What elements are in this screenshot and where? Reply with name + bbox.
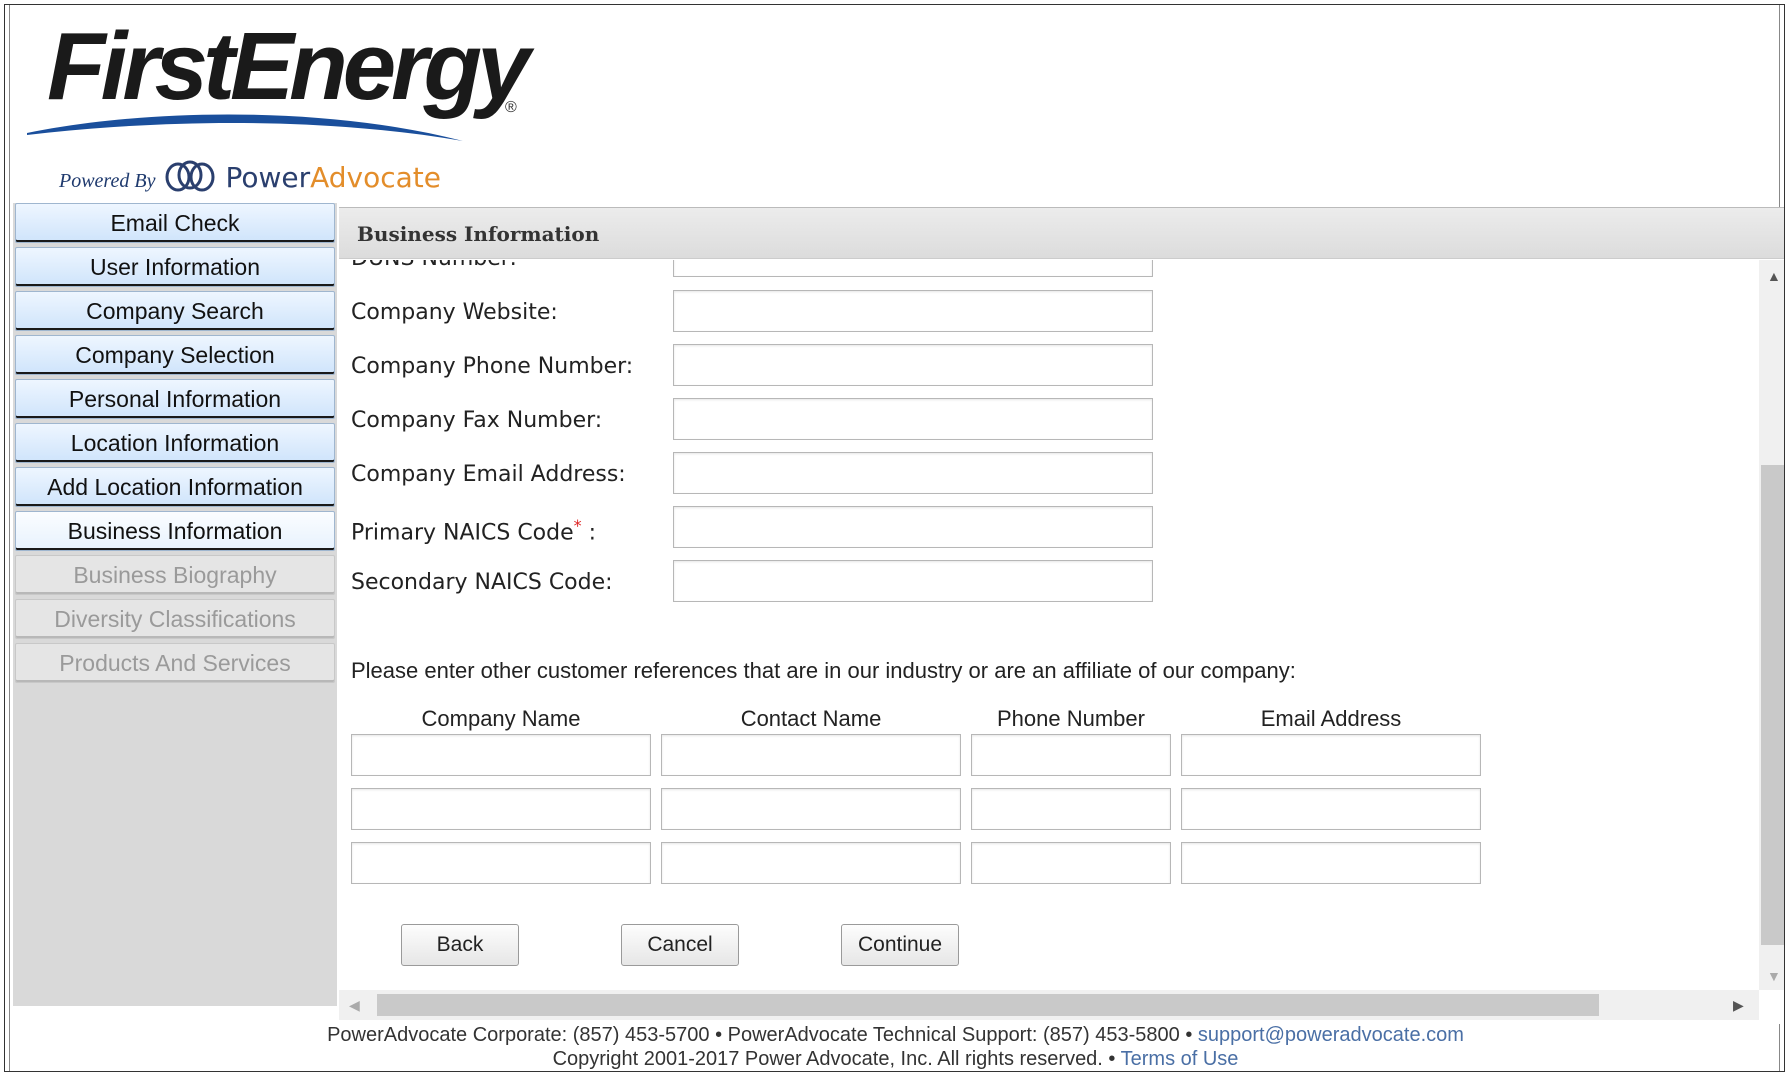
ref-email-address-input[interactable] [1181, 734, 1481, 776]
ref-contact-name-input[interactable] [661, 842, 961, 884]
footer-contact-line: PowerAdvocate Corporate: (857) 453-5700 … [5, 1023, 1784, 1047]
ref-contact-name-input[interactable] [661, 788, 961, 830]
ref-phone-number-input[interactable] [971, 842, 1171, 884]
nav-item-user-information[interactable]: User Information [15, 247, 335, 287]
advocate-word: Advocate [310, 161, 442, 194]
footer-copyright-line: Copyright 2001-2017 Power Advocate, Inc.… [5, 1047, 1784, 1071]
ref-phone-number-input[interactable] [971, 734, 1171, 776]
footer-contact-text: PowerAdvocate Corporate: (857) 453-5700 … [327, 1024, 1198, 1046]
nav-item-email-check[interactable]: Email Check [15, 203, 335, 243]
app-frame: FirstEnergy ® Powered By PowerAdvocate E… [4, 4, 1785, 1072]
nav-item-add-location-information[interactable]: Add Location Information [15, 467, 335, 507]
page-footer: PowerAdvocate Corporate: (857) 453-5700 … [5, 1023, 1784, 1071]
ref-col-contact-name: Contact Name [740, 706, 882, 731]
company-email-input[interactable] [673, 452, 1153, 494]
company-fax-input[interactable] [673, 398, 1153, 440]
primary-naics-label-text: Primary NAICS Code [351, 520, 574, 546]
footer-copyright-text: Copyright 2001-2017 Power Advocate, Inc.… [552, 1048, 1121, 1070]
poweradvocate-rings-icon [165, 160, 215, 192]
power-word: Power [225, 161, 311, 194]
scroll-down-arrow-icon[interactable]: ▼ [1767, 968, 1781, 984]
nav-item-company-search[interactable]: Company Search [15, 291, 335, 331]
registered-mark: ® [505, 99, 517, 116]
ref-company-name-input[interactable] [351, 842, 651, 884]
primary-naics-label-suffix: : [581, 520, 597, 546]
company-fax-label: Company Fax Number: [351, 408, 603, 433]
logo-wordmark: FirstEnergy [47, 13, 530, 120]
powered-by-label: Powered By [59, 170, 156, 192]
ref-col-phone-number: Phone Number [997, 706, 1145, 731]
vertical-scroll-thumb[interactable] [1761, 465, 1784, 945]
nav-item-personal-information[interactable]: Personal Information [15, 379, 335, 419]
ref-col-email-address: Email Address [1260, 706, 1402, 731]
ref-email-address-input[interactable] [1181, 788, 1481, 830]
required-asterisk: * [573, 516, 582, 535]
ref-phone-number-input[interactable] [971, 788, 1171, 830]
panel-title: Business Information [339, 207, 1784, 259]
ref-contact-name-input[interactable] [661, 734, 961, 776]
form-content: DUNS Number: Company Website: Company Ph… [339, 260, 1759, 990]
firstenergy-logo: FirstEnergy ® Powered By PowerAdvocate [23, 19, 543, 199]
scroll-left-arrow-icon[interactable]: ◀ [349, 997, 360, 1014]
secondary-naics-label: Secondary NAICS Code: [351, 570, 613, 595]
support-email-link[interactable]: support@poweradvocate.com [1198, 1024, 1464, 1046]
company-email-label: Company Email Address: [351, 462, 626, 487]
nav-item-company-selection[interactable]: Company Selection [15, 335, 335, 375]
nav-item-location-information[interactable]: Location Information [15, 423, 335, 463]
primary-naics-label: Primary NAICS Code* : [351, 516, 596, 545]
terms-of-use-link[interactable]: Terms of Use [1121, 1048, 1239, 1070]
scroll-up-arrow-icon[interactable]: ▲ [1767, 268, 1781, 284]
ref-company-name-input[interactable] [351, 734, 651, 776]
references-instruction: Please enter other customer references t… [351, 658, 1296, 683]
wizard-nav-sidebar: Email Check User Information Company Sea… [13, 203, 337, 1006]
nav-item-business-biography: Business Biography [15, 555, 335, 595]
business-information-panel: Business Information DUNS Number: Compan… [339, 207, 1784, 1024]
nav-item-products-and-services: Products And Services [15, 643, 335, 683]
horizontal-scrollbar[interactable]: ◀ ▶ [339, 990, 1759, 1020]
ref-company-name-input[interactable] [351, 788, 651, 830]
ref-email-address-input[interactable] [1181, 842, 1481, 884]
nav-item-business-information[interactable]: Business Information [15, 511, 335, 551]
company-website-label: Company Website: [351, 300, 558, 325]
ref-col-company-name: Company Name [421, 706, 581, 731]
cancel-button[interactable]: Cancel [621, 924, 739, 966]
horizontal-scroll-thumb[interactable] [377, 994, 1599, 1016]
vertical-scrollbar[interactable]: ▲ ▼ [1759, 260, 1784, 990]
back-button[interactable]: Back [401, 924, 519, 966]
company-phone-input[interactable] [673, 344, 1153, 386]
duns-number-label: DUNS Number: [351, 260, 517, 271]
company-website-input[interactable] [673, 290, 1153, 332]
secondary-naics-input[interactable] [673, 560, 1153, 602]
powered-by-poweradvocate: Powered By PowerAdvocate [59, 159, 441, 194]
company-phone-label: Company Phone Number: [351, 354, 634, 379]
nav-item-diversity-classifications: Diversity Classifications [15, 599, 335, 639]
scroll-right-arrow-icon[interactable]: ▶ [1733, 997, 1744, 1014]
continue-button[interactable]: Continue [841, 924, 959, 966]
duns-number-input[interactable] [673, 260, 1153, 277]
primary-naics-input[interactable] [673, 506, 1153, 548]
